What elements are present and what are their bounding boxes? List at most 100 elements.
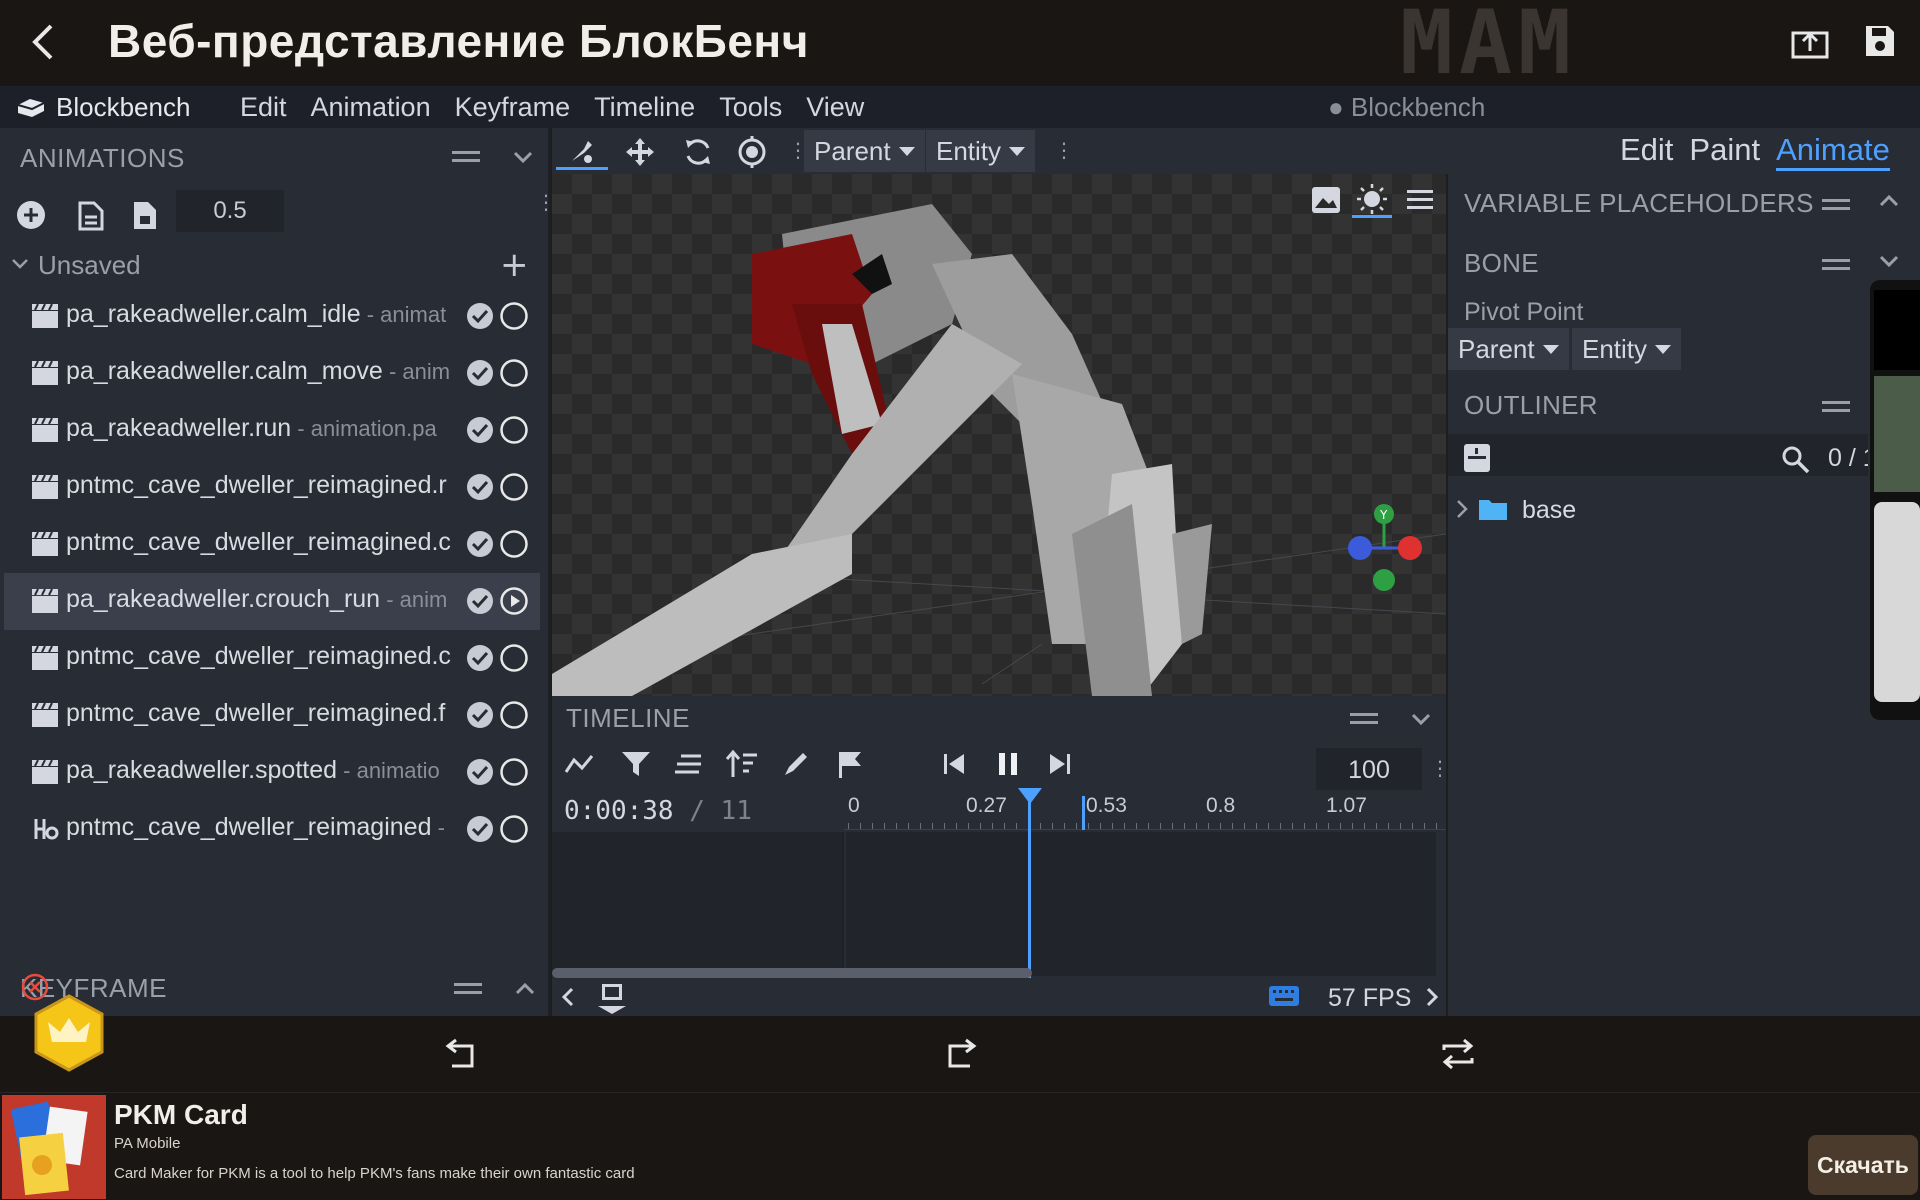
check-circle-icon[interactable] bbox=[464, 357, 496, 389]
brightness-icon[interactable] bbox=[1352, 182, 1392, 218]
panel-menu-icon[interactable] bbox=[454, 978, 482, 998]
more-options-icon[interactable]: ⋮ bbox=[1430, 756, 1450, 780]
circle-icon[interactable] bbox=[498, 642, 530, 674]
target-tool-icon[interactable] bbox=[734, 134, 770, 170]
filter-icon[interactable] bbox=[618, 746, 654, 782]
animation-list-item[interactable]: pntmc_cave_dweller_reimagined.c bbox=[4, 516, 540, 573]
entity-dropdown[interactable]: Entity bbox=[926, 130, 1036, 172]
image-icon[interactable] bbox=[1306, 182, 1346, 218]
chevron-down-icon[interactable] bbox=[1878, 250, 1900, 272]
pause-icon[interactable] bbox=[990, 746, 1026, 782]
chevron-up-icon[interactable] bbox=[514, 978, 536, 1000]
check-circle-icon[interactable] bbox=[464, 585, 496, 617]
check-circle-icon[interactable] bbox=[464, 699, 496, 731]
unsaved-group[interactable]: Unsaved + bbox=[0, 242, 550, 288]
rotate-tool-icon[interactable] bbox=[680, 134, 716, 170]
animation-list-item[interactable]: pa_rakeadweller.calm_move - anim bbox=[4, 345, 540, 402]
circle-icon[interactable] bbox=[498, 300, 530, 332]
save-icon[interactable] bbox=[1862, 22, 1898, 60]
ad-banner[interactable]: PKM Card PA Mobile Card Maker for PKM is… bbox=[0, 1092, 1920, 1200]
animation-list-item[interactable]: pntmc_cave_dweller_reimagined - bbox=[4, 801, 540, 858]
panel-menu-icon[interactable] bbox=[1350, 708, 1378, 728]
check-circle-icon[interactable] bbox=[464, 471, 496, 503]
parent-dropdown[interactable]: Parent bbox=[1448, 328, 1569, 370]
circle-icon[interactable] bbox=[498, 699, 530, 731]
tab-animate[interactable]: Animate bbox=[1776, 132, 1890, 171]
timeline-length-field[interactable]: 100 bbox=[1316, 748, 1422, 790]
circle-icon[interactable] bbox=[498, 471, 530, 503]
keyboard-icon[interactable] bbox=[1268, 984, 1300, 1008]
search-icon[interactable] bbox=[1780, 444, 1810, 474]
tab-edit[interactable]: Edit bbox=[1620, 132, 1673, 171]
menu-timeline[interactable]: Timeline bbox=[594, 92, 695, 123]
menu-tools[interactable]: Tools bbox=[719, 92, 782, 123]
redo-icon[interactable] bbox=[938, 1034, 982, 1074]
panel-menu-icon[interactable] bbox=[1822, 254, 1850, 274]
ad-app-icon[interactable] bbox=[2, 1095, 106, 1199]
menu-keyframe[interactable]: Keyframe bbox=[455, 92, 571, 123]
sort-icon[interactable] bbox=[724, 746, 760, 782]
graph-editor-icon[interactable] bbox=[562, 746, 598, 782]
panel-menu-icon[interactable] bbox=[1822, 194, 1850, 214]
chevron-down-icon[interactable] bbox=[512, 146, 534, 168]
check-circle-icon[interactable] bbox=[464, 528, 496, 560]
chevron-down-icon[interactable] bbox=[1410, 708, 1432, 730]
timeline-ruler[interactable]: 0 0.27 0.53 0.8 1.07 bbox=[844, 790, 1446, 830]
chevron-left-icon[interactable] bbox=[558, 986, 578, 1008]
panel-menu-icon[interactable] bbox=[1822, 396, 1850, 416]
back-icon[interactable] bbox=[24, 20, 64, 64]
check-circle-icon[interactable] bbox=[464, 414, 496, 446]
screenshot-icon[interactable] bbox=[596, 982, 628, 1014]
check-circle-icon[interactable] bbox=[464, 300, 496, 332]
outliner-item-base[interactable]: base bbox=[1448, 490, 1868, 532]
blockbench-logo[interactable]: Blockbench bbox=[16, 90, 190, 124]
undo-icon[interactable] bbox=[440, 1034, 484, 1074]
move-tool-icon[interactable] bbox=[622, 134, 658, 170]
file-import-icon[interactable] bbox=[74, 198, 108, 232]
animation-list-item[interactable]: pa_rakeadweller.spotted - animatio bbox=[4, 744, 540, 801]
menu-edit[interactable]: Edit bbox=[240, 92, 287, 123]
floating-preview[interactable] bbox=[1870, 280, 1920, 720]
repeat-icon[interactable] bbox=[1436, 1034, 1480, 1074]
circle-icon[interactable] bbox=[498, 528, 530, 560]
flag-icon[interactable] bbox=[832, 746, 868, 782]
animation-list-item[interactable]: pa_rakeadweller.calm_idle - animat bbox=[4, 288, 540, 345]
project-tab[interactable]: ● Blockbench bbox=[1328, 92, 1485, 123]
parent-dropdown[interactable]: Parent bbox=[804, 130, 925, 172]
playhead[interactable] bbox=[1028, 792, 1031, 984]
circle-icon[interactable] bbox=[498, 414, 530, 446]
add-icon[interactable]: + bbox=[500, 248, 529, 282]
premium-crown-icon[interactable] bbox=[30, 994, 108, 1072]
tab-paint[interactable]: Paint bbox=[1689, 132, 1760, 171]
menu-icon[interactable] bbox=[1400, 182, 1440, 218]
animation-list-item[interactable]: pntmc_cave_dweller_reimagined.c bbox=[4, 630, 540, 687]
pivot-tool-icon[interactable] bbox=[556, 134, 608, 170]
play-circle-icon[interactable] bbox=[498, 585, 530, 617]
check-circle-icon[interactable] bbox=[464, 813, 496, 845]
circle-icon[interactable] bbox=[498, 813, 530, 845]
menu-animation[interactable]: Animation bbox=[311, 92, 431, 123]
3d-viewport[interactable]: Y bbox=[552, 174, 1446, 696]
panel-menu-icon[interactable] bbox=[452, 146, 480, 166]
entity-dropdown[interactable]: Entity bbox=[1572, 328, 1682, 370]
animation-list-item[interactable]: pa_rakeadweller.crouch_run - anim bbox=[4, 573, 540, 630]
share-icon[interactable] bbox=[1790, 24, 1830, 60]
animation-length-field[interactable]: 0.5 bbox=[176, 190, 284, 232]
circle-icon[interactable] bbox=[498, 357, 530, 389]
timeline-keyframes[interactable] bbox=[846, 832, 1436, 976]
more-options-icon[interactable]: ⋮ bbox=[1054, 138, 1074, 162]
check-circle-icon[interactable] bbox=[464, 642, 496, 674]
pencil-icon[interactable] bbox=[778, 746, 814, 782]
add-animation-icon[interactable] bbox=[14, 198, 48, 232]
chevron-down-icon[interactable] bbox=[10, 254, 30, 274]
menu-view[interactable]: View bbox=[806, 92, 864, 123]
skip-forward-icon[interactable] bbox=[1042, 746, 1078, 782]
align-icon[interactable] bbox=[670, 746, 706, 782]
chevron-right-icon[interactable] bbox=[1454, 498, 1470, 520]
timeline-scrollbar[interactable] bbox=[552, 968, 1032, 978]
animation-list-item[interactable]: pntmc_cave_dweller_reimagined.f bbox=[4, 687, 540, 744]
animation-list-item[interactable]: pa_rakeadweller.run - animation.pa bbox=[4, 402, 540, 459]
animation-list-item[interactable]: pntmc_cave_dweller_reimagined.r bbox=[4, 459, 540, 516]
chevron-up-icon[interactable] bbox=[1878, 190, 1900, 212]
chevron-right-icon[interactable] bbox=[1422, 986, 1442, 1008]
